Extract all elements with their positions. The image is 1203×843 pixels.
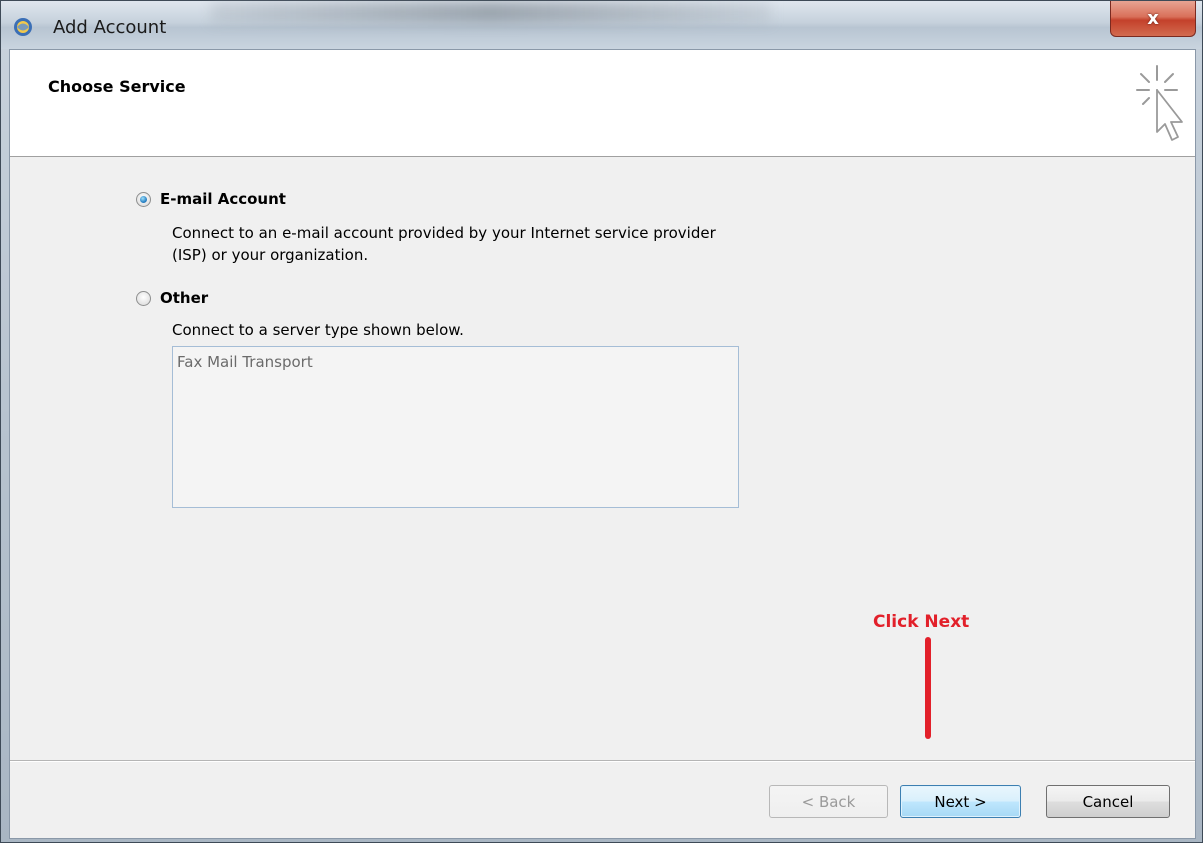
- email-account-radio[interactable]: [136, 191, 151, 207]
- other-label[interactable]: Other: [160, 289, 208, 307]
- email-account-option[interactable]: E-mail Account: [136, 190, 286, 208]
- server-type-listbox[interactable]: Fax Mail Transport: [172, 346, 739, 508]
- email-description-line2: (ISP) or your organization.: [172, 246, 369, 264]
- close-icon: x: [1147, 8, 1159, 29]
- click-next-annotation: Click Next: [873, 612, 970, 632]
- email-description-line1: Connect to an e-mail account provided by…: [172, 224, 716, 242]
- other-radio[interactable]: [136, 290, 151, 306]
- close-button[interactable]: x: [1110, 1, 1196, 37]
- back-button[interactable]: < Back: [769, 785, 888, 818]
- add-account-window: Add Account x Choose Service E-mail Acco…: [0, 0, 1203, 843]
- wizard-header: Choose Service: [10, 50, 1195, 157]
- next-button[interactable]: Next >: [900, 785, 1021, 818]
- other-description: Connect to a server type shown below.: [172, 321, 464, 339]
- title-bar: Add Account x: [1, 1, 1202, 49]
- page-title: Choose Service: [48, 77, 186, 96]
- radio-selected-dot: [140, 195, 147, 203]
- other-option[interactable]: Other: [136, 289, 208, 307]
- annotation-pointer-line: [925, 637, 931, 739]
- email-account-description: Connect to an e-mail account provided by…: [172, 222, 716, 266]
- window-title: Add Account: [53, 17, 167, 38]
- title-bar-blur: [211, 1, 771, 23]
- list-item[interactable]: Fax Mail Transport: [177, 353, 734, 371]
- footer-divider: [10, 760, 1195, 762]
- cursor-click-icon: [1136, 65, 1183, 141]
- outlook-app-icon: [14, 18, 32, 36]
- email-account-label[interactable]: E-mail Account: [160, 190, 286, 208]
- cancel-button[interactable]: Cancel: [1046, 785, 1170, 818]
- dialog-client-area: Choose Service E-mail Account Connect to…: [9, 49, 1196, 839]
